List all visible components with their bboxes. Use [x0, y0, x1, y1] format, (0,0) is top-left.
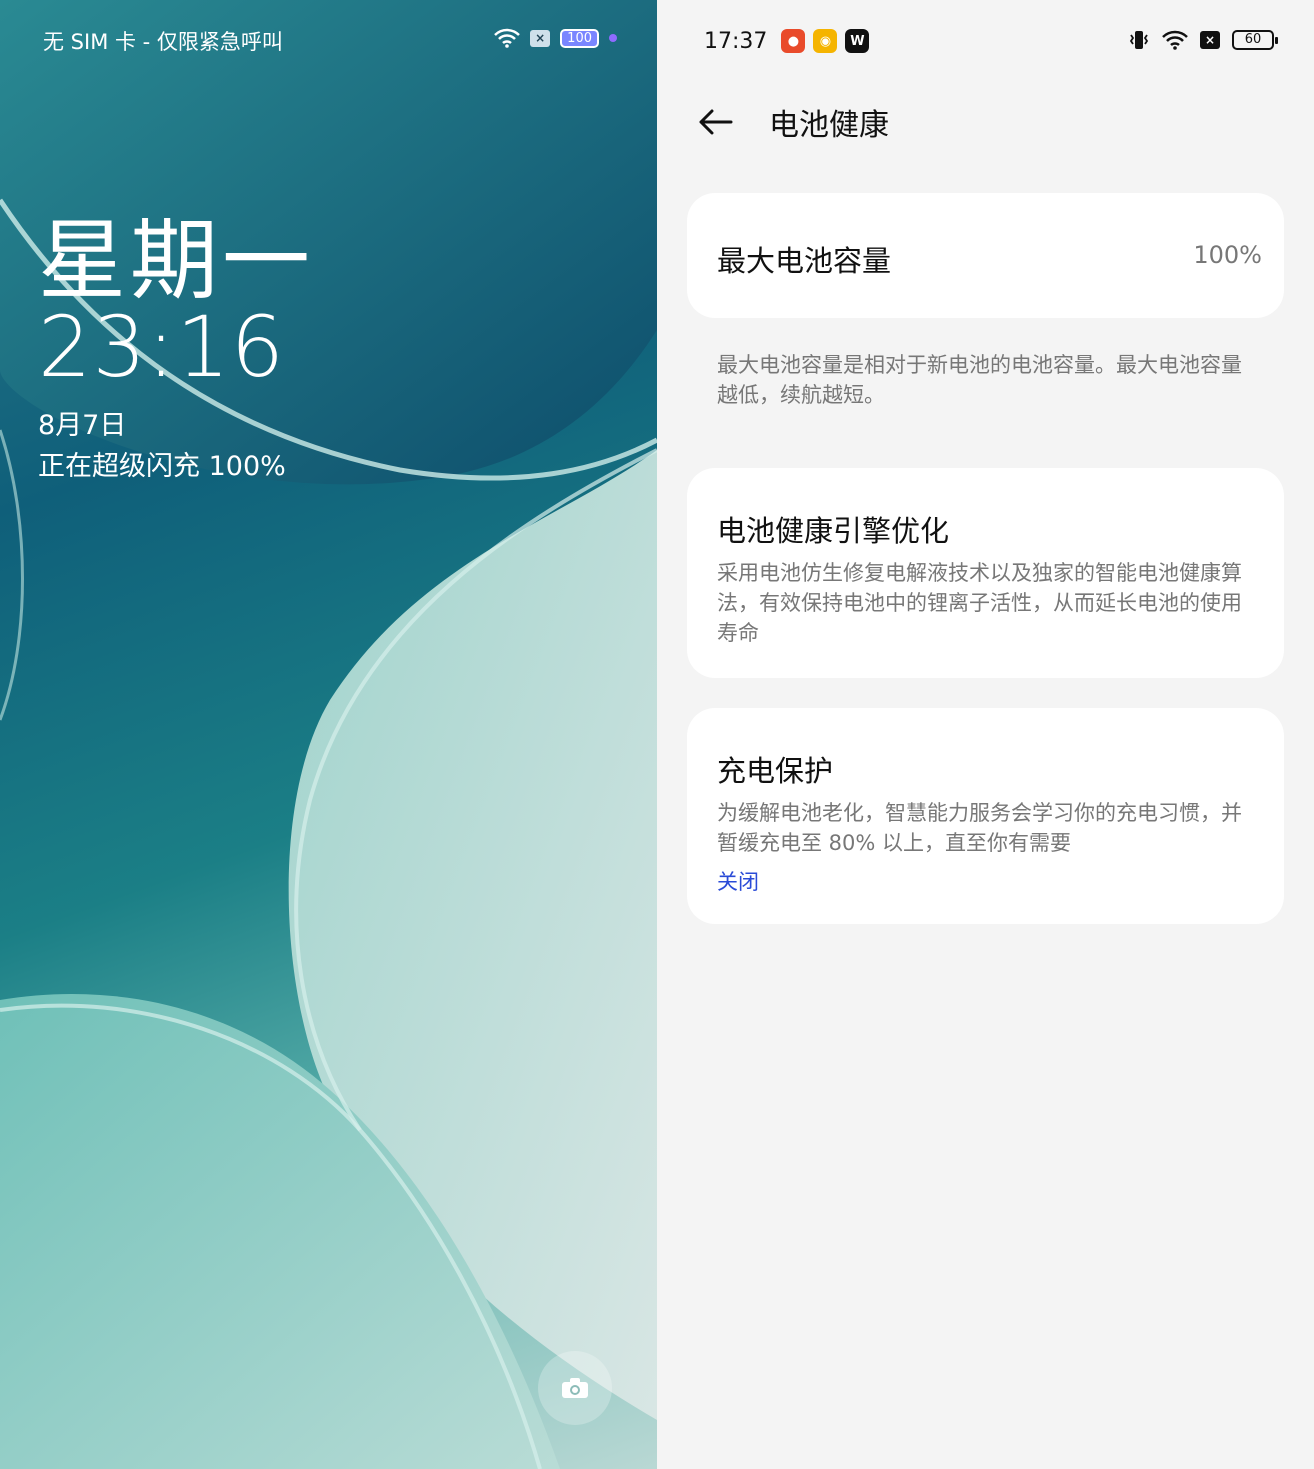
wifi-icon: [494, 28, 521, 48]
charging-dot-icon: [609, 34, 617, 42]
camera-button[interactable]: [538, 1351, 612, 1425]
date: 8月7日: [38, 410, 127, 441]
battery-icon: 60: [1232, 30, 1278, 50]
weibo-icon: ◉: [813, 29, 838, 53]
charge-protection-description: 为缓解电池老化，智慧能力服务会学习你的充电习惯，并暂缓充电至 80% 以上，直至…: [717, 801, 1242, 855]
status-time: 17:37: [704, 28, 768, 54]
battery-icon: 100: [560, 28, 599, 48]
carrier-text: 无 SIM 卡 - 仅限紧急呼叫: [43, 30, 283, 54]
max-capacity-card: 最大电池容量 100%: [687, 193, 1284, 318]
vibrate-icon: [1129, 31, 1149, 49]
camera-icon: [562, 1378, 588, 1398]
charge-protection-status[interactable]: 关闭: [717, 866, 1254, 896]
lock-screen: 无 SIM 卡 - 仅限紧急呼叫 × 100 星期一 23:16 8月7日 正在…: [0, 0, 657, 1469]
red-app-icon: ●: [781, 29, 806, 53]
sim-off-icon: ×: [530, 29, 551, 47]
charging-status: 正在超级闪充 100%: [38, 451, 286, 482]
sim-off-icon: ×: [1200, 31, 1220, 49]
back-arrow-icon[interactable]: [697, 108, 733, 136]
lock-status-bar: 无 SIM 卡 - 仅限紧急呼叫 × 100: [43, 26, 617, 56]
charge-protection-card[interactable]: 充电保护 为缓解电池老化，智慧能力服务会学习你的充电习惯，并暂缓充电至 80% …: [687, 708, 1284, 924]
status-bar: 17:37 ● ◉ W × 60: [704, 26, 1278, 56]
capacity-note: 最大电池容量是相对于新电池的电池容量。最大电池容量越低，续航越短。: [717, 353, 1242, 407]
engine-description: 采用电池仿生修复电解液技术以及独家的智能电池健康算法，有效保持电池中的锂离子活性…: [717, 561, 1242, 645]
max-capacity-value: 100%: [1193, 241, 1262, 269]
wps-icon: W: [845, 29, 870, 53]
engine-optimization-card[interactable]: 电池健康引擎优化 采用电池仿生修复电解液技术以及独家的智能电池健康算法，有效保持…: [687, 468, 1284, 678]
engine-title: 电池健康引擎优化: [717, 514, 950, 548]
clock: 23:16: [38, 298, 286, 396]
charge-protection-title: 充电保护: [717, 754, 834, 788]
wifi-icon: [1162, 30, 1188, 50]
page-header: 电池健康: [697, 100, 889, 144]
page-title: 电池健康: [769, 108, 889, 143]
battery-health-screen: 17:37 ● ◉ W × 60 电池健康 最大电池容量 100% 最大电池容量…: [657, 0, 1314, 1469]
max-capacity-label: 最大电池容量: [717, 244, 892, 278]
